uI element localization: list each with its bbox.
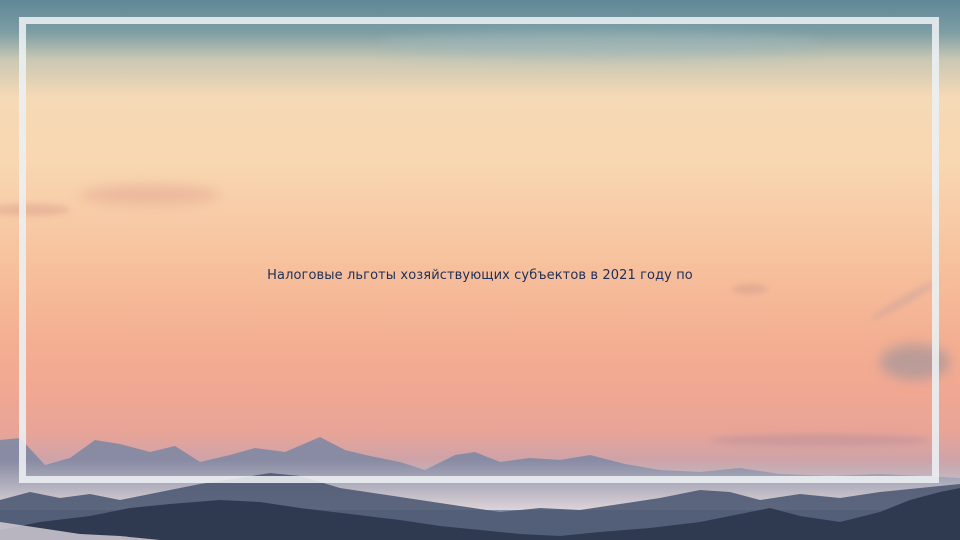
slide-title: Налоговые льготы хозяйствующих субъектов…: [267, 268, 693, 283]
slide-frame-border: [19, 17, 939, 483]
presentation-slide: Налоговые льготы хозяйствующих субъектов…: [0, 0, 960, 540]
